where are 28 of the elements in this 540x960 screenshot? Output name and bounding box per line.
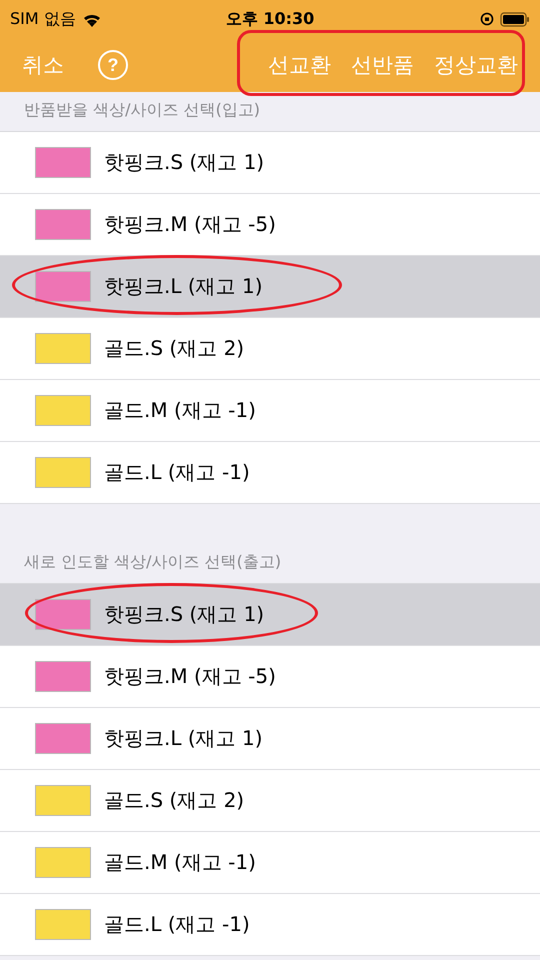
- option-label: 골드.L (재고 -1): [104, 459, 250, 486]
- option-row[interactable]: 핫핑크.L (재고 1): [0, 708, 540, 770]
- option-label: 골드.S (재고 2): [104, 787, 244, 814]
- option-label: 핫핑크.S (재고 1): [104, 149, 264, 176]
- option-label: 핫핑크.L (재고 1): [104, 273, 263, 300]
- option-label: 핫핑크.S (재고 1): [104, 601, 264, 628]
- option-row[interactable]: 골드.S (재고 2): [0, 318, 540, 380]
- option-row[interactable]: 골드.M (재고 -1): [0, 380, 540, 442]
- option-row[interactable]: 핫핑크.S (재고 1): [0, 132, 540, 194]
- option-label: 핫핑크.M (재고 -5): [104, 663, 276, 690]
- carrier-label: SIM 없음: [10, 8, 76, 30]
- option-row[interactable]: 핫핑크.S (재고 1): [0, 584, 540, 646]
- rotation-lock-icon: [480, 12, 494, 26]
- option-row[interactable]: 핫핑크.L (재고 1): [0, 256, 540, 318]
- option-label: 핫핑크.L (재고 1): [104, 725, 263, 752]
- option-label: 골드.M (재고 -1): [104, 849, 256, 876]
- option-row[interactable]: 골드.S (재고 2): [0, 770, 540, 832]
- option-row[interactable]: 핫핑크.M (재고 -5): [0, 194, 540, 256]
- option-row[interactable]: 골드.L (재고 -1): [0, 442, 540, 504]
- option-label: 골드.M (재고 -1): [104, 397, 256, 424]
- option-row[interactable]: 핫핑크.M (재고 -5): [0, 646, 540, 708]
- option-label: 골드.L (재고 -1): [104, 911, 250, 938]
- option-row[interactable]: 골드.M (재고 -1): [0, 832, 540, 894]
- clock-time: 오후 10:30: [226, 8, 314, 30]
- option-label: 골드.S (재고 2): [104, 335, 244, 362]
- option-label: 핫핑크.M (재고 -5): [104, 211, 276, 238]
- battery-icon: [500, 12, 530, 26]
- option-row[interactable]: 골드.L (재고 -1): [0, 894, 540, 956]
